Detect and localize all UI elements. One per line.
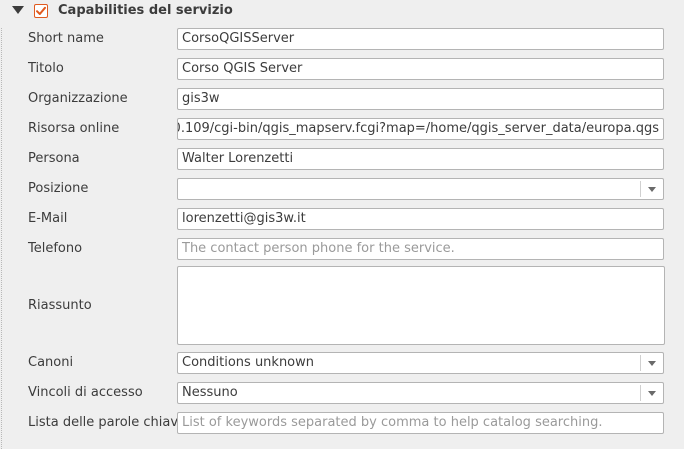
risorsa-online-label: Risorsa online <box>28 121 120 136</box>
combo-separator <box>640 181 641 197</box>
organizzazione-input[interactable]: gis3w <box>177 88 664 110</box>
combo-separator <box>640 385 641 401</box>
persona-input[interactable]: Walter Lorenzetti <box>177 148 664 170</box>
canoni-label: Canoni <box>28 355 74 370</box>
capabilities-checkbox[interactable] <box>34 4 48 18</box>
vincoli-label: Vincoli di accesso <box>28 385 143 400</box>
short-name-label: Short name <box>28 31 104 46</box>
telefono-label: Telefono <box>28 241 83 256</box>
titolo-input[interactable]: Corso QGIS Server <box>177 58 664 80</box>
titolo-label: Titolo <box>28 61 64 76</box>
telefono-input[interactable]: The contact person phone for the service… <box>177 238 664 260</box>
email-label: E-Mail <box>28 211 68 226</box>
capabilities-group-header[interactable]: Capabilities del servizio <box>0 0 684 24</box>
chevron-down-icon[interactable] <box>648 187 656 192</box>
chevron-down-icon[interactable] <box>648 391 656 396</box>
posizione-label: Posizione <box>28 181 89 196</box>
risorsa-online-input[interactable]: 92.168.0.109/cgi-bin/qgis_mapserv.fcgi?m… <box>177 118 664 140</box>
group-border <box>1 28 4 449</box>
short-name-input[interactable]: CorsoQGISServer <box>177 28 664 50</box>
risorsa-online-value: 92.168.0.109/cgi-bin/qgis_mapserv.fcgi?m… <box>178 121 659 136</box>
canoni-value: Conditions unknown <box>182 355 315 370</box>
riassunto-label: Riassunto <box>28 298 92 313</box>
posizione-combo[interactable] <box>177 178 664 200</box>
email-input[interactable]: lorenzetti@gis3w.it <box>177 208 664 230</box>
chevron-down-icon[interactable] <box>648 361 656 366</box>
parole-chiave-input[interactable]: List of keywords separated by comma to h… <box>177 412 664 434</box>
persona-label: Persona <box>28 151 80 166</box>
riassunto-textarea[interactable] <box>177 266 665 345</box>
checkmark-icon <box>36 6 46 15</box>
canoni-combo[interactable]: Conditions unknown <box>177 352 664 374</box>
organizzazione-label: Organizzazione <box>28 91 128 106</box>
collapse-triangle-icon[interactable] <box>12 6 24 14</box>
vincoli-combo[interactable]: Nessuno <box>177 382 664 404</box>
parole-chiave-label: Lista delle parole chiave <box>28 415 187 430</box>
combo-separator <box>640 355 641 371</box>
vincoli-value: Nessuno <box>182 385 238 400</box>
group-title: Capabilities del servizio <box>58 3 233 18</box>
